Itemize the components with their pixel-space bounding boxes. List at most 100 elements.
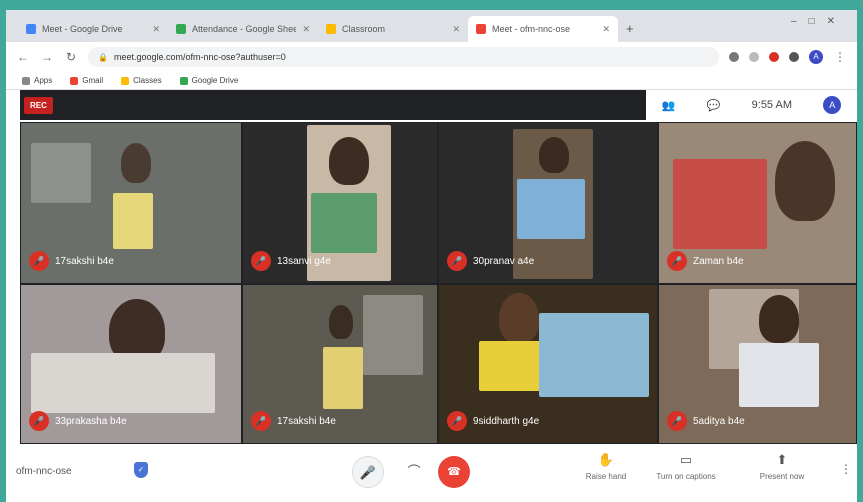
tab-strip: Meet - Google Drive ✕ Attendance - Googl… xyxy=(6,10,857,42)
present-icon: ⬆ xyxy=(776,452,788,467)
camera-toggle-button[interactable]: ⌒ xyxy=(398,456,430,488)
participant-grid: 🎤 17sakshi b4e 🎤 13sanvi g4e 🎤 30pranav … xyxy=(20,122,857,444)
tab-meet-active[interactable]: Meet - ofm-nnc-ose ✕ xyxy=(468,16,618,42)
participant-name: 13sanvi g4e xyxy=(277,256,331,267)
mic-muted-icon: 🎤 xyxy=(667,251,687,271)
bookmark-gmail[interactable]: Gmail xyxy=(70,76,103,85)
menu-kebab-icon[interactable]: ⋮ xyxy=(833,50,847,64)
participant-tile[interactable]: 🎤 30pranav a4e xyxy=(438,122,658,284)
mic-muted-icon: 🎤 xyxy=(251,251,271,271)
chat-icon[interactable]: 💬 xyxy=(707,99,721,112)
drive-favicon-icon xyxy=(26,24,36,34)
profile-avatar[interactable]: A xyxy=(809,50,823,64)
close-tab-icon[interactable]: ✕ xyxy=(452,24,460,35)
drawing-artwork xyxy=(31,353,215,413)
captions-button[interactable]: ▭ Turn on captions xyxy=(646,452,726,481)
people-icon[interactable]: 👥 xyxy=(662,99,676,112)
participant-name: 17sakshi b4e xyxy=(55,256,114,267)
close-tab-icon[interactable]: ✕ xyxy=(152,24,160,35)
mic-muted-icon: 🎤 xyxy=(29,251,49,271)
bookmarks-bar: Apps Gmail Classes Google Drive xyxy=(6,72,857,90)
extension-icon[interactable] xyxy=(789,52,799,62)
participant-name: 5aditya b4e xyxy=(693,416,745,427)
bookmark-drive[interactable]: Google Drive xyxy=(179,76,239,85)
url-text: meet.google.com/ofm-nnc-ose?authuser=0 xyxy=(113,52,286,62)
participant-name: 30pranav a4e xyxy=(473,256,535,267)
meet-favicon-icon xyxy=(476,24,486,34)
shirt xyxy=(739,343,819,407)
participant-name: 9siddharth g4e xyxy=(473,416,540,427)
clock-time: 9:55 AM xyxy=(751,99,792,111)
participant-tile[interactable]: 🎤 13sanvi g4e xyxy=(242,122,438,284)
participant-figure xyxy=(775,141,835,221)
sheets-favicon-icon xyxy=(176,24,186,34)
action-label: Raise hand xyxy=(585,472,627,481)
gmail-icon xyxy=(70,76,79,85)
participant-tile[interactable]: 🎤 Zaman b4e xyxy=(658,122,857,284)
tab-meet-drive[interactable]: Meet - Google Drive ✕ xyxy=(18,16,168,42)
extension-icon[interactable] xyxy=(769,52,779,62)
participant-name: Zaman b4e xyxy=(693,256,744,267)
present-now-button[interactable]: ⬆ Present now xyxy=(742,452,822,481)
mic-toggle-button[interactable]: 🎤 xyxy=(352,456,384,488)
mic-muted-icon: 🎤 xyxy=(251,411,271,431)
bookmark-classes[interactable]: Classes xyxy=(121,76,162,85)
participant-tile[interactable]: 🎤 9siddharth g4e xyxy=(438,284,658,444)
close-tab-icon[interactable]: ✕ xyxy=(302,24,310,35)
action-label: Turn on captions xyxy=(656,472,716,481)
tab-label: Meet - Google Drive xyxy=(42,24,123,34)
drawing-artwork xyxy=(673,159,767,249)
drawing-artwork xyxy=(311,193,377,253)
participant-figure xyxy=(121,143,151,183)
mic-muted-icon: 🎤 xyxy=(29,411,49,431)
tab-label: Meet - ofm-nnc-ose xyxy=(492,24,571,34)
tab-classroom[interactable]: Classroom ✕ xyxy=(318,16,468,42)
meeting-code: ofm-nnc-ose xyxy=(16,466,72,477)
bookmark-label: Classes xyxy=(133,76,162,85)
bookmark-label: Google Drive xyxy=(191,76,239,85)
meet-top-bar: REC xyxy=(20,90,646,120)
address-bar[interactable]: 🔒 meet.google.com/ofm-nnc-ose?authuser=0 xyxy=(88,47,719,67)
mic-muted-icon: 🎤 xyxy=(667,411,687,431)
apps-grid-icon xyxy=(22,76,30,85)
window-controls[interactable]: –□✕ xyxy=(791,16,847,27)
drive-icon xyxy=(179,76,188,85)
close-tab-icon[interactable]: ✕ xyxy=(602,24,610,35)
recording-badge: REC xyxy=(24,96,53,114)
participant-tile[interactable]: 🎤 5aditya b4e xyxy=(658,284,857,444)
tab-attendance[interactable]: Attendance - Google Sheets ✕ xyxy=(168,16,318,42)
end-call-button[interactable]: ☎ xyxy=(438,456,470,488)
participant-tile[interactable]: 🎤 17sakshi b4e xyxy=(242,284,438,444)
bookmark-label: Gmail xyxy=(82,76,104,85)
hand-icon: ✋ xyxy=(597,452,615,467)
shield-icon[interactable]: ✓ xyxy=(134,462,148,478)
meet-avatar[interactable]: A xyxy=(823,96,842,114)
participant-figure xyxy=(329,305,353,339)
new-tab-button[interactable]: + xyxy=(626,21,634,36)
drawing-artwork xyxy=(539,313,649,397)
drawing-artwork xyxy=(113,193,153,249)
room-background xyxy=(31,143,91,203)
mic-muted-icon: 🎤 xyxy=(447,411,467,431)
forward-icon[interactable]: → xyxy=(40,50,54,64)
star-icon[interactable] xyxy=(749,52,759,62)
raise-hand-button[interactable]: ✋ Raise hand xyxy=(566,452,646,481)
action-label: Present now xyxy=(759,472,805,481)
drawing-artwork xyxy=(517,179,585,239)
bookmark-apps[interactable]: Apps xyxy=(22,76,52,85)
participant-tile[interactable]: 🎤 33prakasha b4e xyxy=(20,284,242,444)
drawing-artwork xyxy=(323,347,363,409)
room-background xyxy=(363,295,423,375)
participant-figure xyxy=(539,137,569,173)
participant-figure xyxy=(759,295,799,343)
back-icon[interactable]: ← xyxy=(16,50,30,64)
classroom-favicon-icon xyxy=(326,24,336,34)
participant-name: 33prakasha b4e xyxy=(55,416,127,427)
tab-label: Classroom xyxy=(342,24,386,34)
bookmark-label: Apps xyxy=(34,76,53,85)
more-options-icon[interactable]: ⋮ xyxy=(840,462,852,476)
participant-tile[interactable]: 🎤 17sakshi b4e xyxy=(20,122,242,284)
camera-indicator-icon[interactable] xyxy=(729,52,739,62)
reload-icon[interactable]: ↻ xyxy=(64,50,78,64)
lock-icon: 🔒 xyxy=(98,52,108,62)
